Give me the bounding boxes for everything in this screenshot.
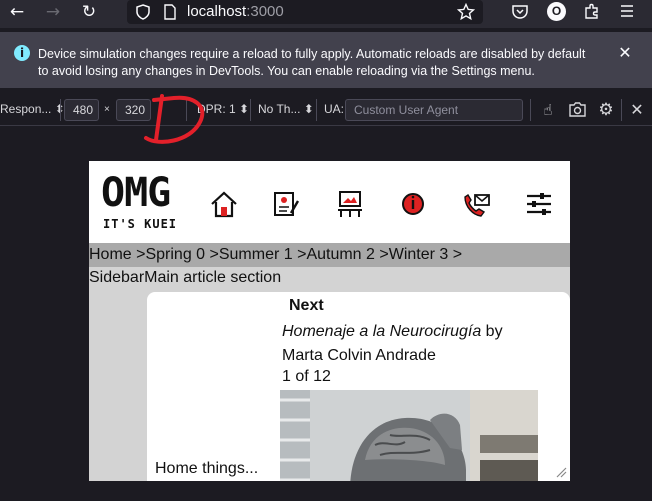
- width-input[interactable]: 480: [64, 99, 99, 121]
- home-things-link[interactable]: Home things...: [155, 460, 258, 478]
- user-agent-input[interactable]: Custom User Agent: [345, 99, 523, 121]
- sculpture-photo[interactable]: [280, 390, 538, 481]
- page-icon: [164, 4, 176, 20]
- menu-icon[interactable]: [619, 3, 635, 19]
- extensions-icon[interactable]: [583, 2, 601, 20]
- divider: [530, 99, 531, 121]
- device-select[interactable]: Respon... ⬍: [0, 102, 65, 116]
- slide-counter: 1 of 12: [282, 368, 331, 385]
- ua-label: UA:: [324, 102, 345, 116]
- times-sign: ×: [104, 104, 110, 115]
- next-label[interactable]: Next: [289, 297, 324, 315]
- site-logo[interactable]: OMG IT'S KUEI: [101, 173, 179, 233]
- home-icon[interactable]: [209, 189, 239, 219]
- red-d-annotation: [144, 94, 205, 144]
- throttle-select[interactable]: No Th... ⬍: [258, 102, 314, 116]
- logo-main-text: OMG: [101, 170, 171, 216]
- info-icon[interactable]: [398, 189, 428, 219]
- close-rdm-icon[interactable]: ✕: [627, 100, 647, 120]
- screenshot-camera-icon[interactable]: [568, 101, 587, 118]
- resize-handle-icon[interactable]: [555, 466, 567, 478]
- gallery-icon[interactable]: [335, 189, 365, 219]
- profile-avatar[interactable]: O: [547, 2, 566, 21]
- divider: [250, 99, 251, 121]
- article-card: Next Homenaje a la Neurocirugía by Marta …: [147, 292, 570, 481]
- divider: [60, 99, 61, 121]
- shield-icon[interactable]: [135, 4, 151, 20]
- divider: [621, 99, 622, 121]
- touch-icon[interactable]: ☝: [538, 100, 558, 120]
- settings-gear-icon[interactable]: ⚙: [596, 100, 616, 120]
- url-bar[interactable]: localhost:3000: [127, 0, 483, 24]
- breadcrumb[interactable]: Home >Spring 0 >Summer 1 >Autumn 2 >Wint…: [89, 243, 570, 267]
- logo-sub-text: IT'S KUEI: [103, 217, 178, 231]
- bookmark-star-icon[interactable]: [457, 3, 475, 21]
- reload-icon[interactable]: ↻: [78, 1, 100, 23]
- url-text[interactable]: localhost:3000: [187, 3, 284, 20]
- close-icon[interactable]: ✕: [616, 44, 634, 62]
- write-icon[interactable]: [271, 189, 301, 219]
- pocket-icon[interactable]: [511, 3, 529, 21]
- divider: [316, 99, 317, 121]
- info-icon: i: [14, 45, 30, 61]
- phone-mail-icon[interactable]: [461, 189, 491, 219]
- article-title[interactable]: Homenaje a la Neurocirugía by Marta Colvi…: [282, 320, 552, 368]
- browser-toolbar: ← → ↻ localhost:3000 O: [0, 0, 652, 28]
- simulated-viewport: OMG IT'S KUEI Home >Spring 0 >Summer 1 >…: [89, 161, 570, 481]
- responsive-toolbar: Respon... ⬍ 480 × 320 DPR: 1 ⬍ No Th... …: [0, 94, 652, 211]
- back-icon[interactable]: ←: [6, 1, 28, 23]
- notification-text: Device simulation changes require a relo…: [38, 47, 586, 78]
- section-title: SidebarMain article section: [89, 269, 282, 286]
- sliders-icon[interactable]: [524, 189, 554, 219]
- devtools-notification: i Device simulation changes require a re…: [0, 32, 652, 88]
- forward-icon[interactable]: →: [42, 1, 64, 23]
